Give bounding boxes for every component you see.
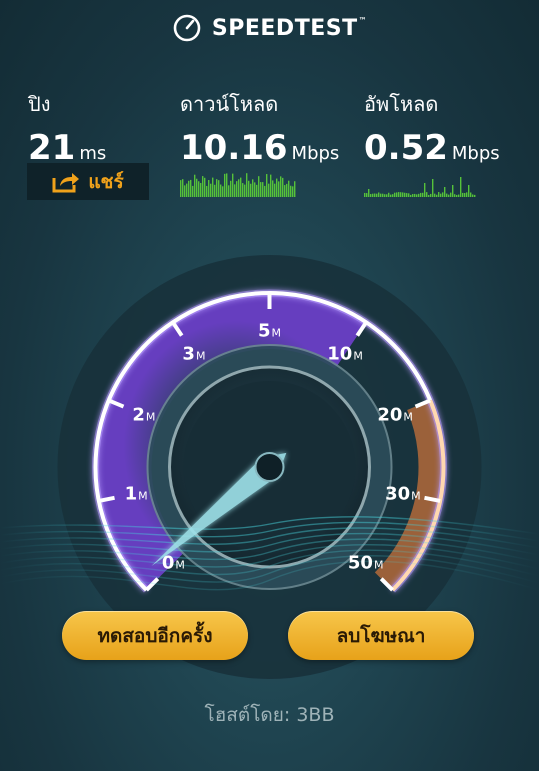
tick-unit: M [271,326,282,340]
tick-unit: M [195,349,206,363]
gauge-tick-label: 5M [258,321,281,342]
tick-unit: M [411,489,421,503]
tick-value: 50 [347,552,373,574]
tick-unit: M [373,558,384,572]
tick-value: 10 [327,343,353,365]
gauge-tick-label: 3M [182,343,205,364]
remove-ads-button[interactable]: ลบโฆษณา [288,611,474,660]
tick-unit: M [175,558,185,572]
retest-button[interactable]: ทดสอบอีกครั้ง [62,611,248,660]
gauge-tick-label: 10M [327,343,363,364]
tick-unit: M [145,410,156,424]
gauge-tick-label: 20M [377,404,413,425]
gauge-tick-label: 50M [348,553,384,574]
tick-value: 30 [385,483,411,505]
gauge-needle-hub [254,452,285,482]
speedtest-screen: SPEEDTEST™ ปิง 21 ms ดาวน์โหลด 10.16 Mbps … [0,0,539,771]
tick-unit: M [403,410,413,424]
gauge-tick-label: 2M [132,404,155,425]
tick-unit: M [353,349,363,363]
gauge-tick-label: 30M [385,483,421,504]
tick-value: 1 [124,483,138,505]
gauge-tick-label: 1M [125,483,148,504]
tick-value: 20 [377,404,403,426]
tick-unit: M [138,489,148,503]
gauge-tick-label: 0M [162,553,185,574]
host-info: โฮสต์โดย: 3BB [204,704,335,726]
tick-value: 5 [257,320,271,342]
tick-value: 2 [132,404,145,426]
tick-value: 0 [161,552,175,574]
tick-value: 3 [182,343,195,365]
